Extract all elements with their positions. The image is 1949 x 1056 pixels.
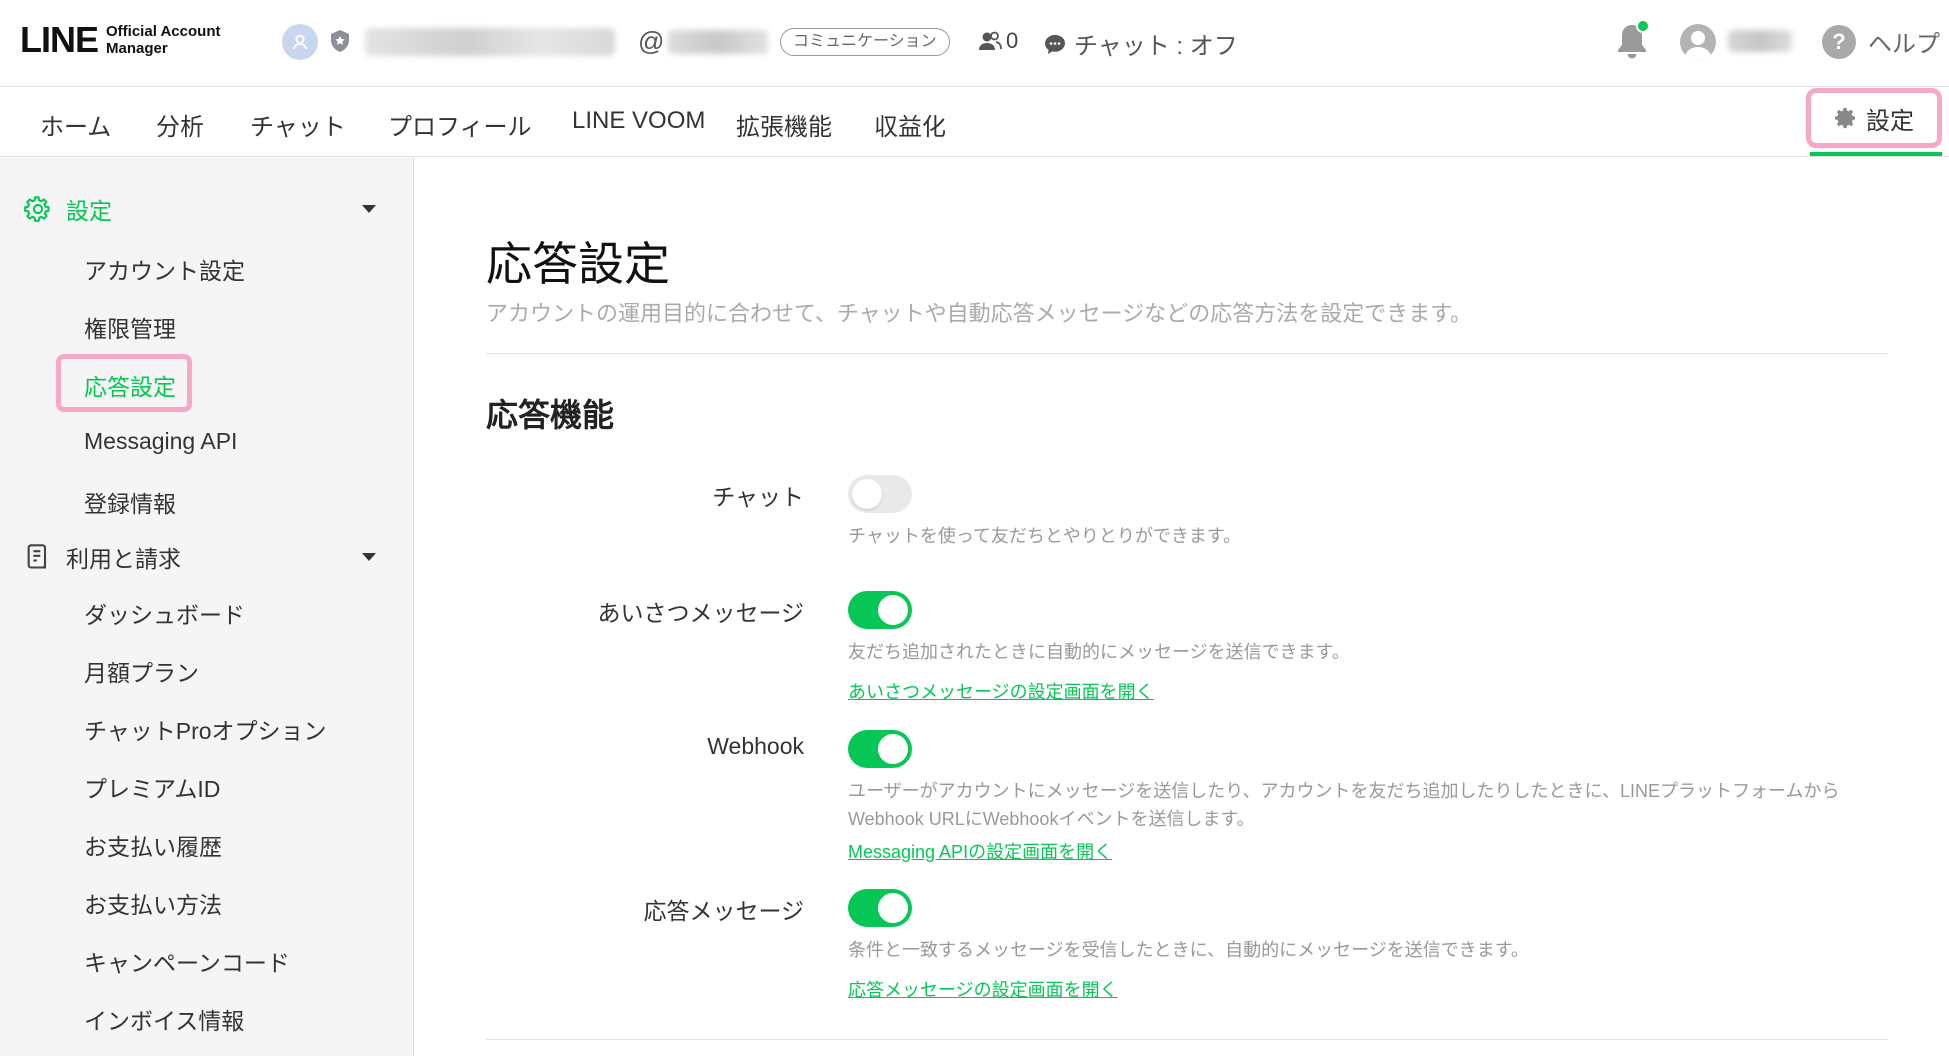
- messaging-api-settings-link[interactable]: Messaging APIの設定画面を開く: [848, 838, 1112, 864]
- nav-chat[interactable]: チャット: [250, 107, 346, 142]
- friends-icon: [979, 31, 1002, 50]
- user-avatar[interactable]: [1680, 24, 1716, 60]
- section-title: 応答機能: [486, 397, 615, 433]
- plan-badge: コミュニケーション: [780, 28, 950, 56]
- account-name-blurred: [365, 28, 615, 56]
- greeting-message-label: あいさつメッセージ: [597, 600, 804, 626]
- greeting-message-description: 友だち追加されたときに自動的にメッセージを送信できます。: [848, 642, 1350, 662]
- document-icon: [27, 544, 47, 569]
- gear-icon: [1835, 108, 1855, 129]
- sidebar-item-monthly-plan[interactable]: 月額プラン: [84, 654, 199, 688]
- sidebar-item-payment-method[interactable]: お支払い方法: [84, 886, 222, 920]
- divider: [486, 353, 1888, 354]
- top-header: LINE Official Account Manager @ コミュニケーショ…: [0, 0, 1949, 87]
- chat-description: チャットを使って友だちとやりとりができます。: [848, 526, 1242, 546]
- account-avatar[interactable]: [282, 24, 318, 60]
- sidebar-item-chat-pro-option[interactable]: チャットProオプション: [84, 712, 327, 746]
- sidebar-item-registration-info[interactable]: 登録情報: [84, 485, 176, 519]
- help-label: ヘルプ: [1868, 31, 1940, 58]
- gear-icon: [24, 196, 50, 222]
- line-oa-manager-logo[interactable]: LINE Official Account Manager: [20, 22, 220, 58]
- nav-profile[interactable]: プロフィール: [388, 107, 532, 142]
- chat-status-label: チャット : オフ: [1074, 33, 1238, 60]
- logo-subtitle: Official Account Manager: [106, 23, 220, 57]
- toggle-knob: [878, 595, 908, 625]
- sidebar-item-dashboard[interactable]: ダッシュボード: [84, 596, 245, 630]
- auto-reply-settings-link[interactable]: 応答メッセージの設定画面を開く: [848, 976, 1118, 1002]
- verified-shield-icon: [331, 30, 349, 52]
- greeting-message-settings-link[interactable]: あいさつメッセージの設定画面を開く: [848, 678, 1154, 704]
- auto-reply-label: 応答メッセージ: [643, 898, 804, 924]
- user-silhouette-icon: [1684, 31, 1712, 60]
- account-id-blurred: [668, 29, 769, 54]
- sidebar-section-billing[interactable]: 利用と請求: [24, 540, 384, 574]
- person-icon: [292, 34, 308, 50]
- chat-status[interactable]: チャット : オフ: [1044, 26, 1238, 61]
- sidebar-item-response-settings[interactable]: 応答設定: [84, 368, 176, 402]
- help-icon: ?: [1822, 24, 1856, 59]
- sidebar-item-payment-history[interactable]: お支払い履歴: [84, 828, 222, 862]
- sidebar-item-invoice-info[interactable]: インボイス情報: [84, 1002, 244, 1036]
- friend-count: 0: [978, 28, 1018, 54]
- sidebar-item-messaging-api[interactable]: Messaging API: [84, 428, 237, 455]
- sidebar-item-permissions[interactable]: 権限管理: [84, 310, 176, 344]
- nav-home[interactable]: ホーム: [40, 107, 111, 142]
- main-nav: ホーム 分析 チャット プロフィール LINE VOOM 拡張機能 収益化: [0, 87, 1949, 157]
- nav-settings-label: 設定: [1866, 107, 1914, 135]
- nav-monetization[interactable]: 収益化: [874, 107, 946, 142]
- friend-count-value: 0: [1006, 28, 1019, 53]
- nav-active-underline: [1810, 152, 1942, 156]
- webhook-description-line2: Webhook URLにWebhookイベントを送信します。: [848, 809, 1255, 829]
- logo-subtitle-line1: Official Account: [106, 23, 221, 40]
- nav-settings[interactable]: 設定: [1806, 88, 1942, 148]
- nav-line-voom[interactable]: LINE VOOM: [572, 107, 705, 135]
- sidebar-section-settings-label: 設定: [66, 198, 112, 224]
- webhook-label: Webhook: [707, 733, 804, 759]
- greeting-message-toggle[interactable]: [848, 591, 912, 629]
- logo-subtitle-line2: Manager: [106, 40, 168, 57]
- nav-extensions[interactable]: 拡張機能: [736, 107, 832, 142]
- sidebar-section-billing-label: 利用と請求: [66, 546, 181, 572]
- chat-toggle[interactable]: [848, 475, 912, 513]
- divider: [486, 1039, 1888, 1040]
- sidebar-section-settings[interactable]: 設定: [24, 192, 384, 226]
- user-name-blurred: [1728, 30, 1792, 52]
- sidebar-item-premium-id[interactable]: プレミアムID: [84, 770, 220, 804]
- webhook-toggle[interactable]: [848, 730, 912, 768]
- notification-dot: [1636, 19, 1650, 33]
- chat-label: チャット: [712, 484, 804, 510]
- chevron-down-icon[interactable]: [362, 205, 376, 213]
- sidebar-item-account-settings[interactable]: アカウント設定: [84, 252, 245, 286]
- logo-line-text: LINE: [20, 19, 99, 60]
- account-id-at: @: [638, 26, 665, 56]
- webhook-description: ユーザーがアカウントにメッセージを送信したり、アカウントを友だち追加したりしたと…: [848, 781, 1840, 801]
- page-description: アカウントの運用目的に合わせて、チャットや自動応答メッセージなどの応答方法を設定…: [486, 301, 1473, 326]
- toggle-knob: [878, 734, 908, 764]
- chevron-down-icon[interactable]: [362, 553, 376, 561]
- sidebar-item-campaign-code[interactable]: キャンペーンコード: [84, 944, 290, 978]
- toggle-knob: [878, 893, 908, 923]
- help-link[interactable]: ? ヘルプ: [1822, 24, 1940, 59]
- auto-reply-description: 条件と一致するメッセージを受信したときに、自動的にメッセージを送信できます。: [848, 940, 1529, 960]
- toggle-knob: [852, 479, 882, 509]
- account-id[interactable]: @: [638, 26, 769, 57]
- page-title: 応答設定: [486, 238, 670, 290]
- nav-analytics[interactable]: 分析: [156, 107, 204, 142]
- auto-reply-toggle[interactable]: [848, 889, 912, 927]
- chat-bubble-icon: [1045, 34, 1065, 54]
